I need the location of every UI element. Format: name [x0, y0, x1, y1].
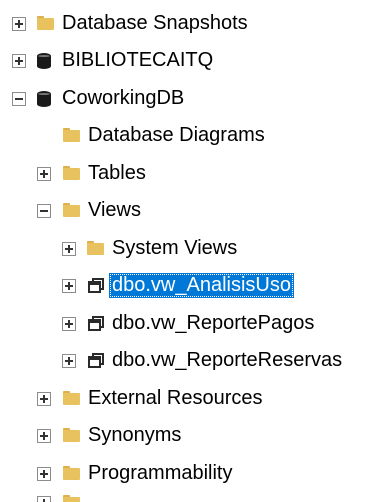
- collapse-icon[interactable]: [37, 204, 51, 218]
- folder-icon: [63, 380, 80, 417]
- tree-node-database-diagrams[interactable]: Database Diagrams: [0, 117, 380, 154]
- node-label[interactable]: CoworkingDB: [59, 86, 187, 111]
- expand-icon[interactable]: [62, 242, 76, 256]
- expand-icon[interactable]: [37, 429, 51, 443]
- node-label[interactable]: Tables: [85, 161, 149, 186]
- tree-node-vw-reportereservas[interactable]: dbo.vw_ReporteReservas: [0, 342, 380, 379]
- folder-icon: [63, 417, 80, 454]
- view-icon: [87, 342, 104, 379]
- node-label[interactable]: System Views: [109, 236, 240, 261]
- expand-icon[interactable]: [12, 17, 26, 31]
- folder-icon: [87, 230, 104, 267]
- node-label[interactable]: BIBLIOTECAITQ: [59, 48, 216, 73]
- node-label[interactable]: dbo.vw_AnalisisUso: [109, 273, 294, 298]
- node-label[interactable]: External Resources: [85, 386, 266, 411]
- tree-node-views[interactable]: Views: [0, 192, 380, 229]
- node-label[interactable]: dbo.vw_ReporteReservas: [109, 348, 345, 373]
- tree-node-coworkingdb[interactable]: CoworkingDB: [0, 80, 380, 117]
- folder-icon: [63, 455, 80, 492]
- view-icon: [87, 267, 104, 304]
- node-label[interactable]: Programmability: [85, 461, 235, 486]
- folder-icon: [63, 192, 80, 229]
- node-label[interactable]: dbo.vw_ReportePagos: [109, 311, 317, 336]
- tree-node-programmability[interactable]: Programmability: [0, 455, 380, 492]
- view-icon: [87, 305, 104, 342]
- expand-icon[interactable]: [37, 392, 51, 406]
- folder-icon: [37, 5, 54, 42]
- node-label[interactable]: Views: [85, 198, 144, 223]
- expand-icon[interactable]: [62, 279, 76, 293]
- tree-node-partial[interactable]: [0, 492, 380, 502]
- tree-node-database-snapshots[interactable]: Database Snapshots: [0, 5, 380, 42]
- node-label[interactable]: Database Diagrams: [85, 123, 268, 148]
- node-label[interactable]: Synonyms: [85, 423, 184, 448]
- tree-node-system-views[interactable]: System Views: [0, 230, 380, 267]
- expand-icon[interactable]: [37, 467, 51, 481]
- expand-icon[interactable]: [62, 317, 76, 331]
- node-label[interactable]: Database Snapshots: [59, 11, 251, 36]
- expand-icon[interactable]: [37, 167, 51, 181]
- folder-icon: [63, 492, 80, 502]
- tree-node-external-resources[interactable]: External Resources: [0, 380, 380, 417]
- tree-node-bibliotecaitq[interactable]: BIBLIOTECAITQ: [0, 42, 380, 79]
- expand-icon[interactable]: [37, 496, 51, 502]
- collapse-icon[interactable]: [12, 92, 26, 106]
- database-icon: [37, 42, 51, 79]
- folder-icon: [63, 155, 80, 192]
- tree-node-vw-reportepagos[interactable]: dbo.vw_ReportePagos: [0, 305, 380, 342]
- tree-node-tables[interactable]: Tables: [0, 155, 380, 192]
- tree-node-synonyms[interactable]: Synonyms: [0, 417, 380, 454]
- tree-node-vw-analisisuso[interactable]: dbo.vw_AnalisisUso: [0, 267, 380, 304]
- expand-icon[interactable]: [62, 354, 76, 368]
- expand-icon[interactable]: [12, 54, 26, 68]
- database-icon: [37, 80, 51, 117]
- folder-icon: [63, 117, 80, 154]
- object-explorer-tree: Database Snapshots BIBLIOTECAITQ Coworki…: [0, 0, 380, 502]
